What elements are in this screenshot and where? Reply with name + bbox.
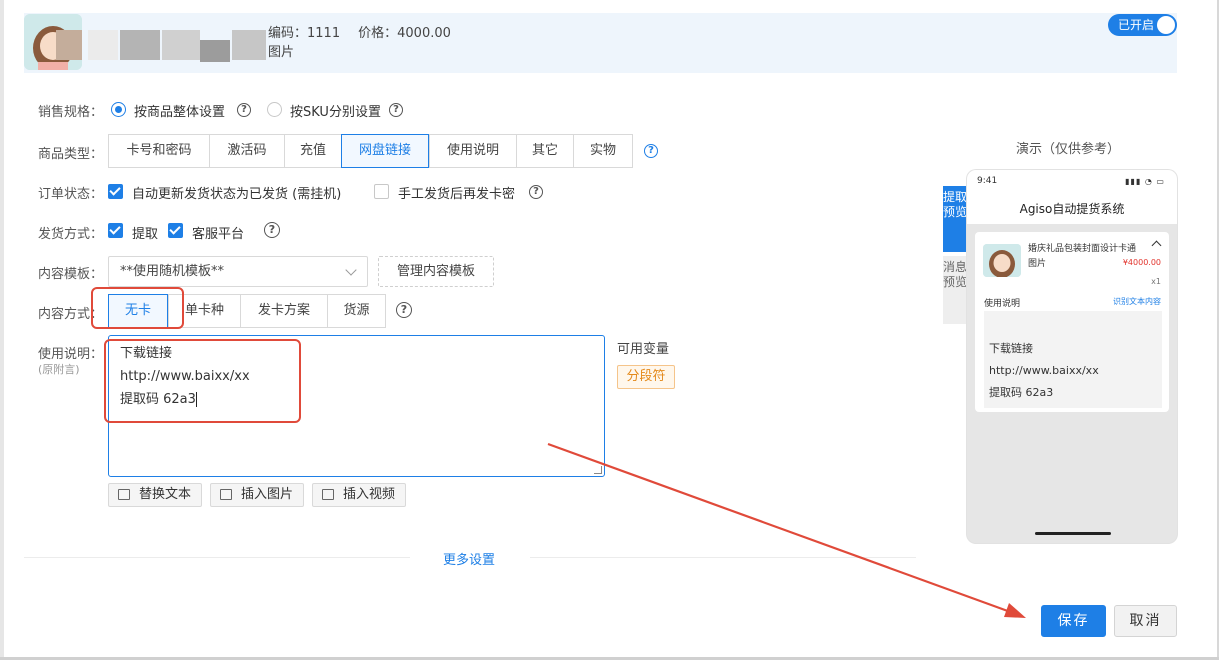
help-icon[interactable]: ? bbox=[529, 185, 543, 199]
help-icon[interactable]: ? bbox=[389, 103, 403, 117]
spec-label: 销售规格： bbox=[38, 105, 104, 120]
save-button[interactable]: 保存 bbox=[1041, 605, 1106, 637]
home-indicator bbox=[1035, 532, 1111, 535]
code-label: 编码： bbox=[268, 26, 308, 41]
content-option-card-plan[interactable]: 发卡方案 bbox=[240, 294, 327, 328]
template-label: 内容模板： bbox=[38, 267, 104, 282]
status-bar-icons: ▮▮▮ ◔ ▭ bbox=[1125, 177, 1165, 186]
blurred-title bbox=[232, 30, 266, 60]
insert-video-button[interactable]: 插入视频 bbox=[312, 483, 406, 507]
product-thumbnail bbox=[983, 244, 1021, 277]
annotation-box bbox=[104, 339, 301, 423]
chevron-down-icon bbox=[345, 264, 357, 276]
type-option-recharge[interactable]: 充值 bbox=[284, 134, 341, 168]
spec-radio-sku[interactable] bbox=[267, 102, 282, 117]
toggle-knob bbox=[1157, 16, 1175, 34]
preview-line: 提取码 62a3 bbox=[989, 386, 1054, 399]
recognize-text-link[interactable]: 识别文本内容 bbox=[1113, 296, 1161, 307]
preview-line: 下载链接 bbox=[989, 342, 1033, 355]
replace-icon bbox=[118, 489, 130, 500]
phone-preview: 9:41 ▮▮▮ ◔ ▭ Agiso自动提货系统 婚庆礼品包装封面设计卡通图片 … bbox=[967, 170, 1177, 543]
preview-title: 演示（仅供参考） bbox=[1016, 142, 1121, 157]
service-platform-option[interactable]: 客服平台 bbox=[192, 223, 244, 242]
replace-text-label: 替换文本 bbox=[139, 487, 192, 502]
usage-label: 使用说明： bbox=[38, 347, 104, 362]
insert-image-button[interactable]: 插入图片 bbox=[210, 483, 304, 507]
divider bbox=[530, 557, 916, 558]
service-platform-checkbox[interactable] bbox=[168, 223, 183, 238]
card-price: ¥4000.00 bbox=[1122, 258, 1161, 267]
usage-sublabel: (原附言) bbox=[38, 363, 80, 376]
blurred-title bbox=[56, 30, 82, 60]
blurred-title bbox=[120, 30, 160, 60]
template-value: **使用随机模板** bbox=[120, 264, 225, 279]
extract-checkbox[interactable] bbox=[108, 223, 123, 238]
product-sub-label: 图片 bbox=[268, 45, 295, 60]
type-option-activation-code[interactable]: 激活码 bbox=[209, 134, 284, 168]
manage-template-button[interactable]: 管理内容模板 bbox=[378, 256, 494, 287]
type-label: 商品类型： bbox=[38, 147, 104, 162]
price-value: 4000.00 bbox=[397, 26, 451, 41]
template-select[interactable]: **使用随机模板** bbox=[108, 256, 368, 287]
manual-ship-checkbox[interactable] bbox=[374, 184, 389, 199]
phone-time: 9:41 bbox=[977, 176, 998, 186]
preview-line: http://www.baixx/xx bbox=[989, 364, 1099, 377]
video-icon bbox=[322, 489, 334, 500]
card-usage-content: 下载链接 http://www.baixx/xx 提取码 62a3 bbox=[984, 311, 1162, 408]
card-usage-label: 使用说明 bbox=[984, 299, 1021, 309]
phone-app-title: Agiso自动提货系统 bbox=[1019, 202, 1125, 216]
more-settings-link[interactable]: 更多设置 bbox=[443, 549, 495, 568]
blurred-title bbox=[200, 40, 230, 62]
tab-extract-preview[interactable]: 提取预览 bbox=[943, 186, 967, 252]
order-card: 婚庆礼品包装封面设计卡通图片 ¥4000.00 x1 使用说明 识别文本内容 下… bbox=[975, 232, 1169, 412]
type-option-netdisk-link[interactable]: 网盘链接 bbox=[341, 134, 429, 168]
spec-option-whole[interactable]: 按商品整体设置 bbox=[134, 101, 225, 120]
enabled-toggle[interactable]: 已开启 bbox=[1108, 14, 1177, 36]
replace-text-button[interactable]: 替换文本 bbox=[108, 483, 202, 507]
available-variables-title: 可用变量 bbox=[617, 342, 670, 357]
auto-ship-checkbox[interactable] bbox=[108, 184, 123, 199]
annotation-box bbox=[91, 287, 184, 329]
cancel-button[interactable]: 取消 bbox=[1114, 605, 1177, 637]
insert-video-label: 插入视频 bbox=[343, 487, 396, 502]
product-info: 编码：1111 价格：4000.00 图片 bbox=[268, 24, 451, 62]
tab-message-preview[interactable]: 消息预览 bbox=[943, 256, 967, 324]
toggle-label: 已开启 bbox=[1118, 18, 1155, 32]
product-type-selector: 卡号和密码 激活码 充值 网盘链接 使用说明 其它 实物 bbox=[108, 134, 633, 168]
help-icon[interactable]: ? bbox=[237, 103, 251, 117]
variable-tag-separator[interactable]: 分段符 bbox=[617, 365, 675, 389]
insert-image-label: 插入图片 bbox=[241, 487, 294, 502]
resize-handle[interactable] bbox=[594, 466, 602, 474]
help-icon[interactable]: ? bbox=[396, 302, 412, 318]
extract-option[interactable]: 提取 bbox=[132, 223, 158, 242]
type-option-other[interactable]: 其它 bbox=[516, 134, 573, 168]
help-icon[interactable]: ? bbox=[264, 222, 280, 238]
help-icon[interactable]: ? bbox=[644, 144, 658, 158]
manual-ship-option[interactable]: 手工发货后再发卡密 bbox=[398, 183, 515, 202]
code-value: 1111 bbox=[307, 26, 341, 41]
image-icon bbox=[220, 489, 232, 500]
chevron-up-icon[interactable] bbox=[1151, 240, 1162, 251]
card-quantity: x1 bbox=[1151, 277, 1161, 286]
blurred-title bbox=[88, 30, 118, 60]
type-option-instructions[interactable]: 使用说明 bbox=[429, 134, 516, 168]
type-option-card-password[interactable]: 卡号和密码 bbox=[108, 134, 209, 168]
auto-ship-option[interactable]: 自动更新发货状态为已发货 (需挂机) bbox=[132, 183, 341, 202]
card-product-name: 婚庆礼品包装封面设计卡通图片 bbox=[1028, 244, 1137, 269]
delivery-label: 发货方式： bbox=[38, 227, 104, 242]
type-option-physical[interactable]: 实物 bbox=[573, 134, 633, 168]
content-option-supply[interactable]: 货源 bbox=[327, 294, 386, 328]
spec-radio-whole[interactable] bbox=[111, 102, 126, 117]
order-status-label: 订单状态： bbox=[38, 187, 104, 202]
page-edge bbox=[0, 0, 4, 660]
divider bbox=[24, 557, 410, 558]
price-label: 价格： bbox=[358, 26, 398, 41]
blurred-title bbox=[162, 30, 200, 60]
spec-option-sku[interactable]: 按SKU分别设置 bbox=[290, 101, 381, 120]
